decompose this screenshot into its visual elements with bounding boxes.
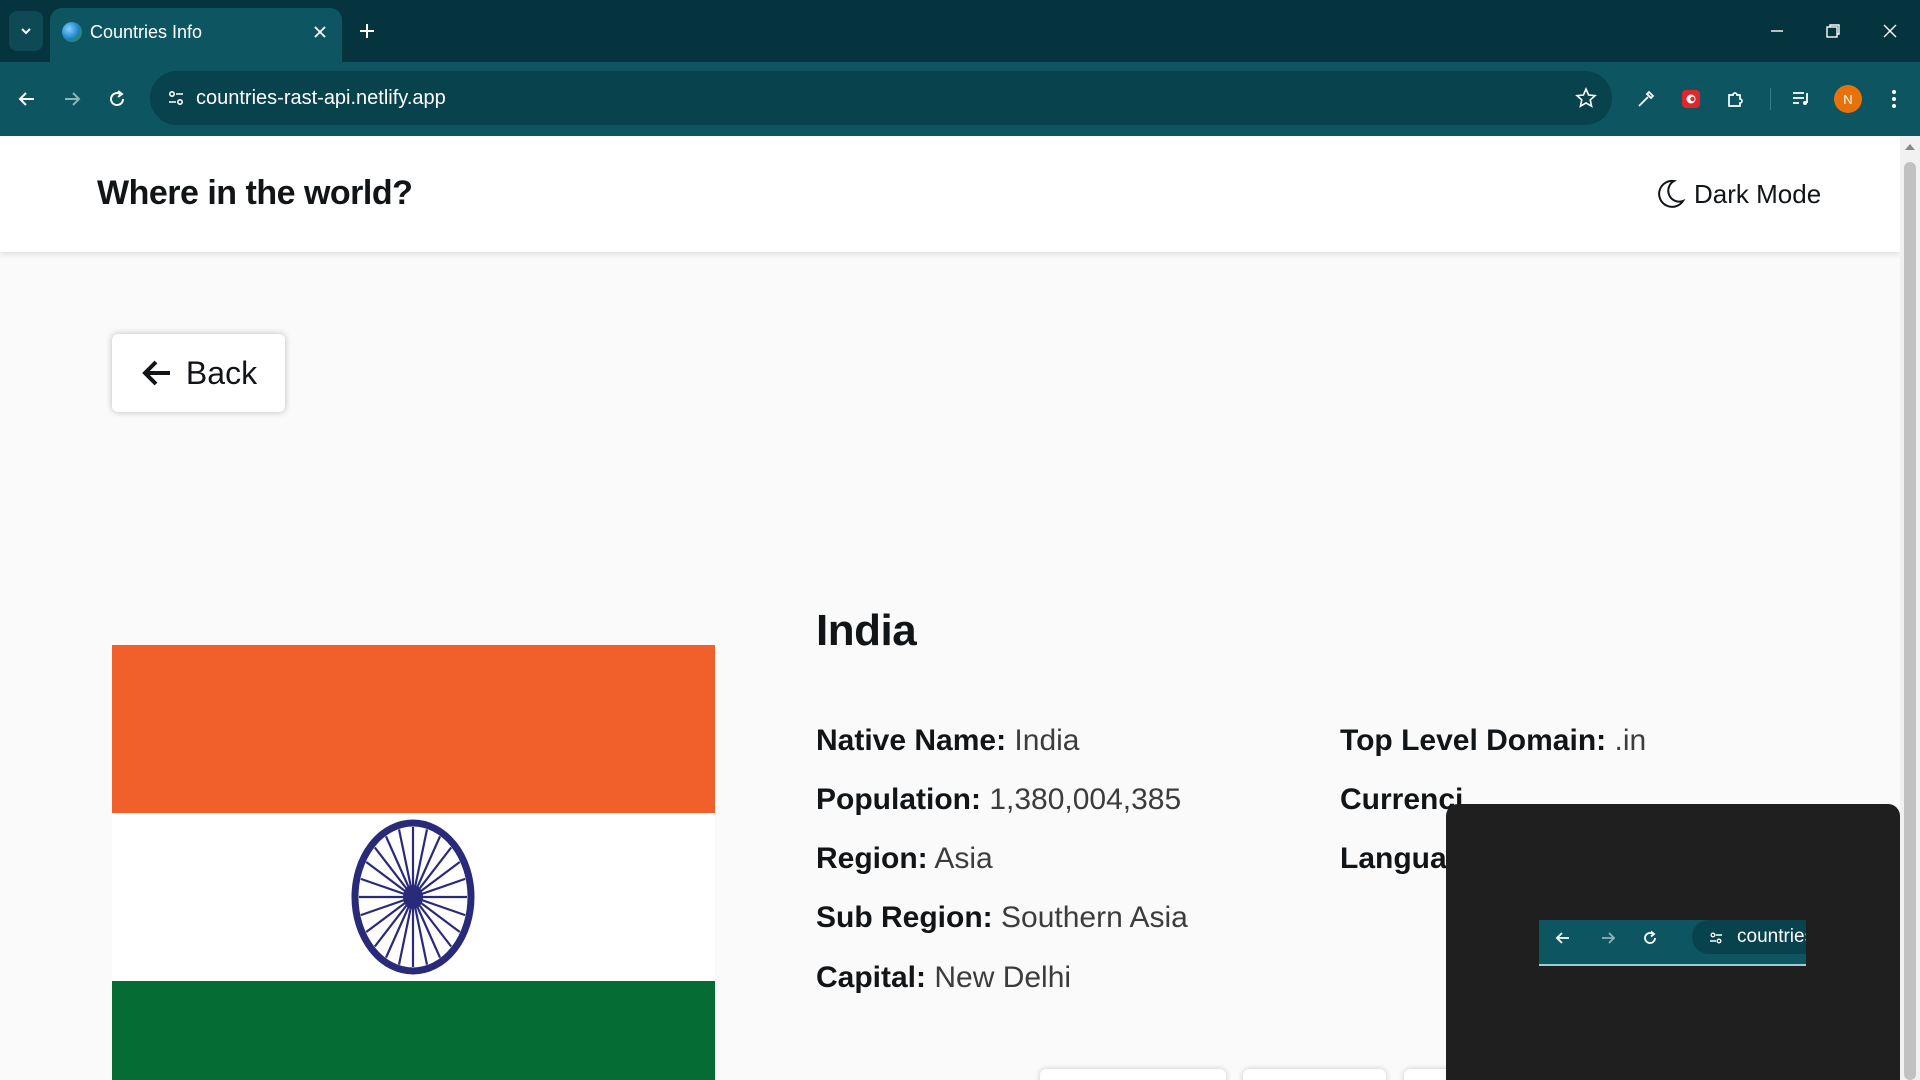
preview-url-text: countries (1737, 926, 1806, 947)
arrow-left-icon (1551, 926, 1575, 950)
country-name: India (816, 606, 917, 655)
field-label: Capital: (816, 961, 927, 994)
app-header: Where in the world? Dark Mode (0, 136, 1900, 252)
population-row: Population: 1,380,004,385 (816, 783, 1181, 817)
field-value: New Delhi (934, 961, 1072, 994)
eyedropper-extension-icon[interactable] (1628, 81, 1664, 117)
flag-saffron-band (112, 645, 715, 813)
tab-title: Countries Info (90, 22, 203, 42)
globe-icon (62, 22, 82, 42)
restore-button[interactable] (1816, 14, 1850, 48)
active-tab[interactable]: Countries Info (50, 8, 342, 62)
url-text: countries-rast-api.netlify.app (196, 87, 446, 109)
currencies-row: Currenci (1340, 783, 1463, 817)
field-value: Asia (934, 842, 993, 875)
browser-toolbar: countries-rast-api.netlify.app N (0, 62, 1920, 136)
close-icon (1883, 24, 1897, 38)
media-queue-icon[interactable] (1783, 81, 1819, 117)
close-tab-button[interactable] (308, 20, 332, 44)
reload-button[interactable] (99, 81, 135, 117)
field-value: Southern Asia (1001, 901, 1188, 934)
country-flag (112, 645, 715, 1080)
moon-icon (1658, 179, 1686, 208)
close-window-button[interactable] (1873, 14, 1907, 48)
border-country-button[interactable] (1243, 1069, 1386, 1080)
field-label: Currenci (1340, 783, 1464, 816)
chevron-down-icon (21, 28, 31, 35)
kebab-menu-icon[interactable] (1876, 81, 1912, 117)
field-value: .in (1614, 724, 1647, 757)
top-level-domain-row: Top Level Domain: .in (1340, 724, 1646, 758)
browser-tab-strip: Countries Info (0, 0, 1920, 62)
dark-mode-label: Dark Mode (1694, 178, 1822, 209)
scroll-thumb[interactable] (1904, 162, 1916, 1080)
bookmark-star-icon[interactable] (1572, 84, 1600, 112)
scroll-up-arrow-icon[interactable] (1905, 144, 1915, 150)
page-scrollbar[interactable] (1900, 136, 1920, 1080)
tab-search-button[interactable] (9, 11, 43, 51)
site-info-icon[interactable] (162, 84, 190, 112)
extensions-puzzle-icon[interactable] (1718, 81, 1754, 117)
capital-row: Capital: New Delhi (816, 961, 1071, 995)
arrow-right-icon (1596, 926, 1620, 950)
field-value: 1,380,004,385 (989, 783, 1182, 816)
field-label: Region: (816, 842, 928, 875)
minimize-icon (1771, 30, 1783, 32)
arrow-right-icon (65, 92, 81, 106)
ashoka-chakra-icon (351, 819, 475, 975)
minimize-button[interactable] (1760, 14, 1794, 48)
back-button-label: Back (185, 354, 258, 391)
border-country-button[interactable] (1040, 1069, 1226, 1080)
reload-icon (110, 90, 125, 107)
region-row: Region: Asia (816, 842, 993, 876)
arrow-left-icon (142, 360, 170, 386)
close-icon (314, 26, 326, 38)
restore-icon (1826, 24, 1840, 38)
profile-avatar[interactable]: N (1834, 85, 1862, 113)
red-extension-icon[interactable] (1673, 81, 1709, 117)
plus-icon (360, 24, 374, 38)
field-label: Population: (816, 783, 981, 816)
toolbar-separator (1770, 88, 1771, 110)
new-tab-button[interactable] (352, 16, 382, 46)
field-value: India (1014, 724, 1080, 757)
site-info-icon (1704, 926, 1728, 950)
back-nav-button[interactable] (9, 81, 45, 117)
screen-share-preview[interactable]: countries (1446, 804, 1900, 1080)
flag-green-band (112, 981, 715, 1080)
arrow-left-icon (18, 92, 34, 106)
back-button[interactable]: Back (112, 334, 285, 412)
sub-region-row: Sub Region: Southern Asia (816, 901, 1188, 935)
field-label: Native Name: (816, 724, 1007, 757)
dark-mode-toggle[interactable]: Dark Mode (1656, 174, 1821, 214)
app-title: Where in the world? (97, 174, 413, 212)
field-label: Sub Region: (816, 901, 993, 934)
forward-nav-button[interactable] (54, 81, 90, 117)
preview-toolbar: countries (1539, 920, 1806, 966)
reload-icon (1638, 926, 1662, 950)
address-bar[interactable]: countries-rast-api.netlify.app (150, 71, 1612, 125)
field-label: Top Level Domain: (1340, 724, 1607, 757)
native-name-row: Native Name: India (816, 724, 1079, 758)
